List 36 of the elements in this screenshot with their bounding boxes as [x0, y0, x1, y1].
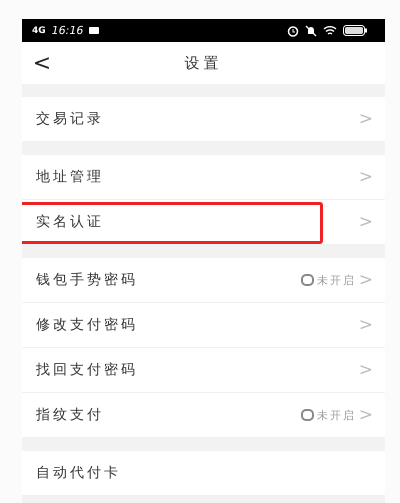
status-text: 未开启 [316, 408, 356, 422]
row-label: 交易记录 [36, 110, 104, 128]
chevron-icon: > [358, 212, 373, 232]
alarm-icon [287, 24, 299, 36]
row-label: 指纹支付 [36, 406, 104, 424]
chevron-icon: > [358, 360, 373, 380]
chevron-icon: > [358, 109, 373, 129]
wifi-icon [323, 25, 337, 36]
status-text: 未开启 [316, 272, 356, 288]
settings-row[interactable]: 钱包手势密码 未开启 > [22, 258, 385, 303]
settings-row[interactable]: 指纹支付 未开启 > [22, 393, 385, 438]
toggle-icon [300, 274, 314, 286]
clock: 16:16 [52, 24, 84, 37]
page-title: 设置 [184, 54, 222, 72]
settings-row[interactable]: 地址管理 > [22, 155, 385, 200]
toggle-icon [300, 409, 314, 421]
row-label: 地址管理 [36, 168, 104, 186]
network-indicator: 4G [32, 26, 46, 36]
settings-row[interactable]: 找回支付密码 > [22, 348, 385, 393]
chevron-icon: > [358, 315, 373, 335]
row-label: 钱包手势密码 [36, 271, 138, 289]
row-label: 实名认证 [36, 213, 104, 231]
chevron-icon: > [358, 405, 373, 425]
row-label: 修改支付密码 [36, 316, 138, 334]
settings-row[interactable]: 交易记录 > [22, 97, 385, 142]
row-label: 自动代付卡 [36, 464, 121, 482]
settings-row[interactable]: 修改支付密码 > [22, 303, 385, 348]
chevron-icon: > [358, 167, 373, 187]
chevron-icon: > [358, 270, 373, 290]
settings-row[interactable]: 实名认证 > [22, 200, 385, 245]
video-icon [89, 27, 100, 34]
settings-row[interactable]: 自动代付卡 [22, 451, 385, 496]
bell-muted-icon [305, 24, 317, 36]
back-button[interactable]: < [32, 50, 52, 76]
row-label: 找回支付密码 [36, 361, 138, 379]
battery-icon [343, 25, 367, 36]
